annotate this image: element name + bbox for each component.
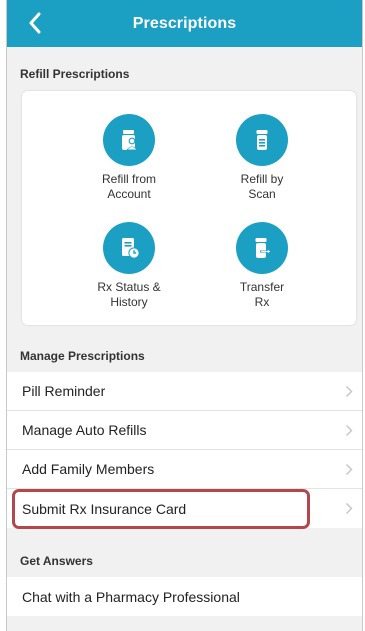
chevron-left-icon (29, 12, 41, 34)
tile-label: Refill from Account (101, 172, 156, 201)
page-title: Prescriptions (132, 14, 237, 32)
section-label-refill: Refill Prescriptions (20, 67, 130, 81)
transfer-rx-tile[interactable]: Transfer Rx (202, 222, 322, 310)
chat-pharmacy-row[interactable]: Chat with a Pharmacy Professional (7, 577, 362, 616)
chevron-right-icon (346, 425, 353, 436)
pill-bottle-person-icon (103, 114, 155, 166)
rx-status-history-tile[interactable]: Rx Status & History (69, 222, 189, 310)
chevron-right-icon (346, 503, 353, 514)
add-family-members-row[interactable]: Add Family Members (7, 450, 362, 489)
row-label: Submit Rx Insurance Card (22, 500, 187, 517)
tile-label: Rx Status & History (97, 280, 161, 309)
refill-card: Refill from Account Refill by Scan Rx St… (22, 91, 356, 325)
refill-by-scan-tile[interactable]: Refill by Scan (202, 114, 322, 202)
tile-label: Transfer Rx (239, 280, 285, 309)
bottle-transfer-icon (236, 222, 288, 274)
document-clock-icon (103, 222, 155, 274)
section-label-manage: Manage Prescriptions (20, 349, 145, 363)
row-label: Manage Auto Refills (22, 422, 147, 438)
app-screen: Prescriptions Refill Prescriptions Refil… (6, 0, 363, 631)
manage-auto-refills-row[interactable]: Manage Auto Refills (7, 411, 362, 450)
row-label: Chat with a Pharmacy Professional (22, 588, 240, 605)
answers-list: Chat with a Pharmacy Professional (7, 577, 362, 616)
tile-label: Refill by Scan (240, 172, 284, 201)
row-label: Pill Reminder (22, 383, 106, 399)
pill-bottle-scan-icon (236, 114, 288, 166)
row-label: Add Family Members (22, 461, 155, 477)
refill-from-account-tile[interactable]: Refill from Account (69, 114, 189, 202)
pill-reminder-row[interactable]: Pill Reminder (7, 372, 362, 411)
submit-rx-insurance-card-row[interactable]: Submit Rx Insurance Card (7, 489, 362, 528)
top-bar: Prescriptions (7, 0, 362, 47)
chevron-right-icon (346, 386, 353, 397)
back-button[interactable] (21, 8, 49, 38)
section-label-answers: Get Answers (20, 554, 93, 568)
manage-list: Pill Reminder Manage Auto Refills Add Fa… (7, 372, 362, 528)
chevron-right-icon (346, 464, 353, 475)
